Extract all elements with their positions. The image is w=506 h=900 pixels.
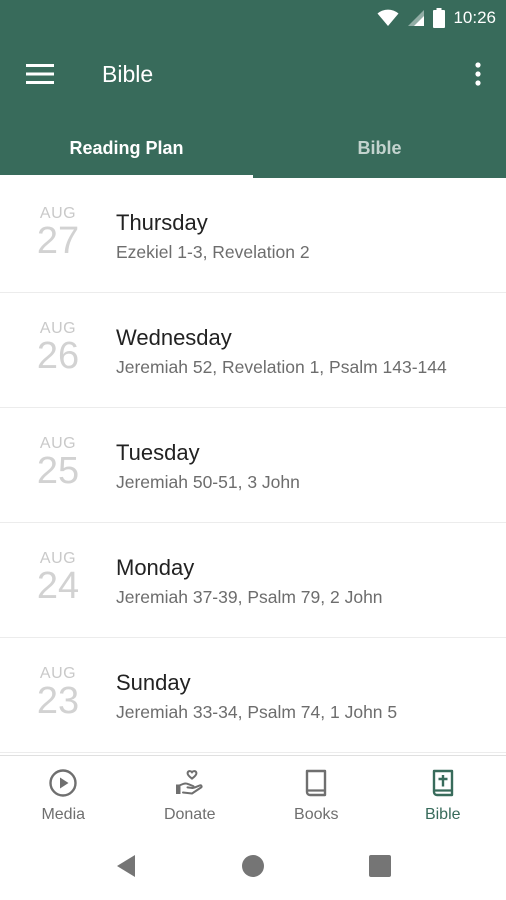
nav-label: Bible xyxy=(424,806,461,823)
menu-button[interactable] xyxy=(16,54,64,94)
system-navigation-bar xyxy=(0,833,506,900)
reading-passages: Jeremiah 50-51, 3 John xyxy=(116,472,300,492)
tab-reading-plan[interactable]: Reading Plan xyxy=(0,118,253,178)
date-block: AUG 23 xyxy=(26,666,90,722)
date-block: AUG 24 xyxy=(26,551,90,607)
nav-label: Media xyxy=(41,806,86,823)
reading-weekday: Sunday xyxy=(116,670,191,695)
bible-cross-icon xyxy=(432,769,453,797)
status-bar: 10:26 xyxy=(0,0,506,36)
nav-label: Donate xyxy=(163,806,216,823)
book-icon xyxy=(306,769,327,797)
reading-list-item[interactable]: AUG 23 Sunday Jeremiah 33-34, Psalm 74, … xyxy=(0,638,506,753)
bottom-navigation: Media Donate Books Bible xyxy=(0,755,506,833)
date-block: AUG 27 xyxy=(26,206,90,262)
date-block: AUG 25 xyxy=(26,436,90,492)
nav-donate[interactable]: Donate xyxy=(127,756,254,834)
reading-list-item[interactable]: AUG 24 Monday Jeremiah 37-39, Psalm 79, … xyxy=(0,523,506,638)
back-icon[interactable] xyxy=(114,853,140,879)
date-block: AUG 26 xyxy=(26,321,90,377)
nav-media[interactable]: Media xyxy=(0,756,127,834)
app-bar: Bible xyxy=(0,40,506,110)
reading-passages: Jeremiah 33-34, Psalm 74, 1 John 5 xyxy=(116,702,398,722)
home-icon[interactable] xyxy=(240,853,266,879)
hamburger-menu-icon xyxy=(26,64,54,84)
date-day: 24 xyxy=(36,565,80,607)
recents-icon[interactable] xyxy=(367,853,393,879)
date-day: 27 xyxy=(36,220,80,262)
cell-signal-icon xyxy=(408,10,425,26)
more-vertical-icon xyxy=(475,62,481,86)
reading-weekday: Thursday xyxy=(116,210,208,235)
date-day: 23 xyxy=(36,680,80,722)
reading-weekday: Wednesday xyxy=(116,325,232,350)
nav-bible[interactable]: Bible xyxy=(380,756,506,834)
donate-hand-heart-icon xyxy=(175,770,203,795)
play-circle-icon xyxy=(49,769,77,797)
reading-list-item[interactable]: AUG 27 Thursday Ezekiel 1-3, Revelation … xyxy=(0,178,506,293)
nav-books[interactable]: Books xyxy=(253,756,380,834)
reading-weekday: Tuesday xyxy=(116,440,200,465)
nav-label: Books xyxy=(294,806,339,823)
reading-list-item[interactable]: AUG 25 Tuesday Jeremiah 50-51, 3 John xyxy=(0,408,506,523)
wifi-icon xyxy=(377,9,399,26)
overflow-menu-button[interactable] xyxy=(460,54,496,94)
reading-list-item[interactable]: AUG 26 Wednesday Jeremiah 52, Revelation… xyxy=(0,293,506,408)
date-day: 26 xyxy=(36,335,80,377)
page-title: Bible xyxy=(102,61,154,87)
tab-bar: Reading Plan Bible xyxy=(0,118,506,178)
tab-bible[interactable]: Bible xyxy=(253,118,506,178)
tab-label: Bible xyxy=(357,137,402,158)
reading-passages: Jeremiah 52, Revelation 1, Psalm 143-144 xyxy=(116,357,447,377)
top-app-header: 10:26 Bible Reading Plan Bible xyxy=(0,0,506,178)
tab-label: Reading Plan xyxy=(69,137,184,158)
battery-icon xyxy=(433,8,446,28)
reading-passages: Jeremiah 37-39, Psalm 79, 2 John xyxy=(116,587,383,607)
date-day: 25 xyxy=(36,450,80,492)
reading-plan-list: AUG 27 Thursday Ezekiel 1-3, Revelation … xyxy=(0,178,506,754)
reading-passages: Ezekiel 1-3, Revelation 2 xyxy=(116,242,310,262)
reading-weekday: Monday xyxy=(116,555,195,580)
status-time: 10:26 xyxy=(453,8,496,27)
